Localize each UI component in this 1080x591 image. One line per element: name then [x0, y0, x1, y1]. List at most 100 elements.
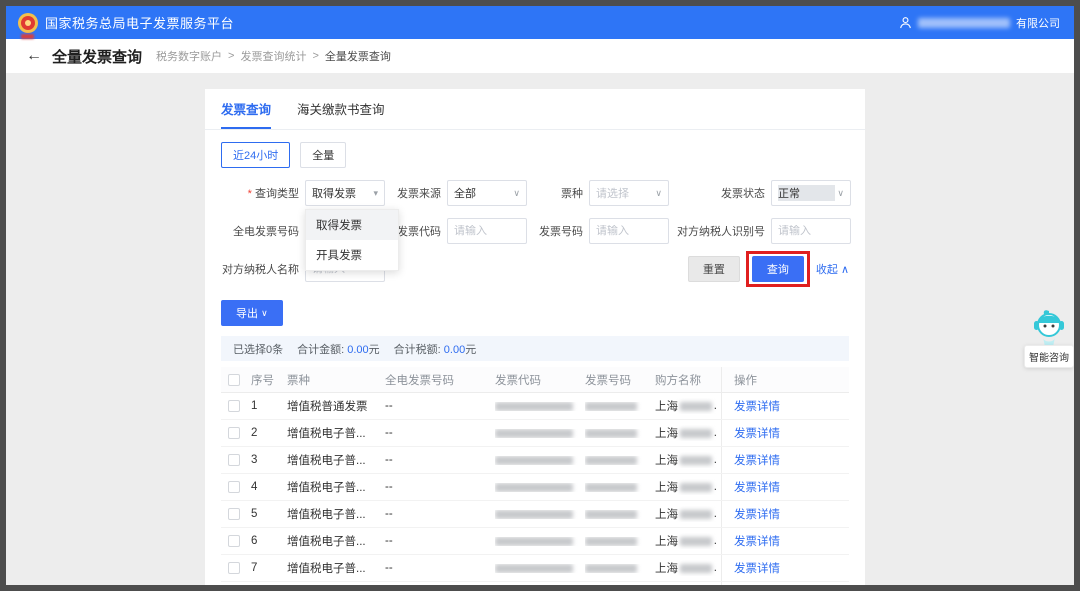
- counterparty-tax-id-input[interactable]: [771, 218, 851, 244]
- redacted-invoice-code: [495, 401, 573, 411]
- buyer-suffix: .: [713, 481, 717, 493]
- assistant-robot-icon: [1034, 310, 1064, 347]
- cell-invoice-code: [495, 482, 585, 492]
- invoice-detail-link[interactable]: 发票详情: [734, 506, 780, 522]
- cell-invoice-number: [585, 401, 655, 411]
- query-type-select[interactable]: 取得发票 ▾: [305, 180, 385, 206]
- cell-action: 发票详情: [721, 555, 847, 581]
- invoice-detail-link[interactable]: 发票详情: [734, 533, 780, 549]
- query-button[interactable]: 查询: [751, 256, 804, 282]
- screenshot-frame: 国家税务总局电子发票服务平台 有限公司 ← 全量 发票查询 税务数字账户 > 发票…: [0, 0, 1080, 591]
- cell-index: 2: [251, 427, 258, 439]
- field-label: 查询类型: [221, 185, 299, 201]
- field-invoice-status: 发票状态 正常 ∨: [675, 180, 851, 206]
- export-button[interactable]: 导出 ∨: [221, 300, 283, 326]
- col-action: 操作: [721, 367, 847, 392]
- chevron-down-icon: ∨: [655, 187, 662, 198]
- assistant-label: 智能咨询: [1024, 345, 1074, 368]
- redacted-buyer-name: [680, 428, 712, 438]
- redacted-company-name: [918, 17, 1010, 28]
- cell-action: 发票详情: [721, 420, 847, 446]
- table-row: 8 增值税电子普... -- 上海. 发票详情: [221, 582, 849, 585]
- redacted-buyer-name: [680, 536, 712, 546]
- breadcrumb: 税务数字账户 > 发票查询统计 > 全量发票查询: [156, 48, 391, 64]
- smart-assistant-widget[interactable]: 智能咨询: [1024, 309, 1074, 368]
- cell-invoice-code: [495, 536, 585, 546]
- cell-index: 1: [251, 400, 258, 412]
- redacted-invoice-number: [585, 455, 637, 465]
- buyer-prefix: 上海: [655, 482, 678, 494]
- cell-buyer-name: 上海.: [655, 506, 721, 522]
- ticket-type-select[interactable]: 请选择 ∨: [589, 180, 669, 206]
- table-row: 2 增值税电子普... -- 上海. 发票详情: [221, 420, 849, 447]
- query-type-dropdown: 取得发票 开具发票: [305, 209, 399, 271]
- export-row: 导出 ∨: [221, 300, 283, 326]
- row-checkbox[interactable]: [228, 454, 240, 466]
- dropdown-option-acquired[interactable]: 取得发票: [306, 210, 398, 240]
- cell-buyer-name: 上海.: [655, 425, 721, 441]
- breadcrumb-item[interactable]: 发票查询统计: [240, 48, 306, 64]
- redacted-buyer-name: [680, 482, 712, 492]
- brand: 国家税务总局电子发票服务平台: [18, 12, 234, 39]
- row-checkbox[interactable]: [228, 400, 240, 412]
- invoice-no-input[interactable]: [589, 218, 669, 244]
- buyer-suffix: .: [713, 454, 717, 466]
- cell-invoice-code: [495, 401, 585, 411]
- redacted-invoice-number: [585, 428, 637, 438]
- cell-index: 7: [251, 562, 258, 574]
- redacted-buyer-name: [680, 401, 712, 411]
- filter-all[interactable]: 全量: [300, 142, 347, 168]
- dropdown-option-issued[interactable]: 开具发票: [306, 240, 398, 270]
- redacted-invoice-number: [585, 482, 637, 492]
- user-icon: [900, 17, 911, 29]
- cell-invoice-number: [585, 509, 655, 519]
- row-checkbox[interactable]: [228, 535, 240, 547]
- buyer-suffix: .: [713, 508, 717, 520]
- breadcrumb-separator: >: [312, 50, 319, 62]
- cell-invoice-number: [585, 536, 655, 546]
- collapse-toggle[interactable]: 收起 ∧: [816, 261, 849, 277]
- user-account[interactable]: 有限公司: [899, 15, 1060, 31]
- back-arrow-icon[interactable]: ←: [26, 48, 42, 64]
- row-checkbox[interactable]: [228, 427, 240, 439]
- cell-index: 4: [251, 481, 258, 493]
- invoice-code-input[interactable]: [447, 218, 527, 244]
- breadcrumb-item[interactable]: 税务数字账户: [156, 48, 222, 64]
- row-checkbox[interactable]: [228, 562, 240, 574]
- redacted-invoice-number: [585, 401, 637, 411]
- query-panel: 发票查询 海关缴款书查询 近24小时 全量 查询类型 取得发票: [205, 89, 865, 585]
- buyer-suffix: .: [713, 427, 717, 439]
- buyer-suffix: .: [713, 400, 717, 412]
- invoice-detail-link[interactable]: 发票详情: [734, 398, 780, 414]
- cell-index: 5: [251, 508, 258, 520]
- invoice-detail-link[interactable]: 发票详情: [734, 479, 780, 495]
- reset-button[interactable]: 重置: [687, 256, 740, 282]
- time-filter-group: 近24小时 全量: [221, 142, 849, 168]
- content-area: 发票查询 海关缴款书查询 近24小时 全量 查询类型 取得发票: [6, 73, 1074, 585]
- col-buyer-name: 购方名称: [655, 374, 701, 387]
- cell-invoice-type: 增值税电子普...: [287, 482, 366, 494]
- buyer-suffix: .: [713, 535, 717, 547]
- tab-invoice-query[interactable]: 发票查询: [221, 99, 272, 129]
- invoice-source-select[interactable]: 全部 ∨: [447, 180, 527, 206]
- cell-elec-invoice-no: --: [385, 481, 393, 493]
- cell-invoice-number: [585, 482, 655, 492]
- select-all-checkbox[interactable]: [228, 373, 240, 386]
- row-checkbox[interactable]: [228, 481, 240, 493]
- cell-invoice-code: [495, 455, 585, 465]
- invoice-status-select[interactable]: 正常 ∨: [771, 180, 851, 206]
- cell-elec-invoice-no: --: [385, 535, 393, 547]
- invoice-detail-link[interactable]: 发票详情: [734, 560, 780, 576]
- field-label: 票种: [561, 188, 583, 200]
- tab-customs-payment-query[interactable]: 海关缴款书查询: [297, 99, 385, 129]
- redacted-buyer-name: [680, 455, 712, 465]
- invoice-detail-link[interactable]: 发票详情: [734, 425, 780, 441]
- redacted-invoice-code: [495, 455, 573, 465]
- cell-invoice-type: 增值税电子普...: [287, 428, 366, 440]
- cell-invoice-code: [495, 509, 585, 519]
- filter-last-24h[interactable]: 近24小时: [221, 142, 291, 168]
- selected-count: 已选择0条: [233, 343, 284, 356]
- tab-bar: 发票查询 海关缴款书查询: [205, 89, 865, 130]
- row-checkbox[interactable]: [228, 508, 240, 520]
- invoice-detail-link[interactable]: 发票详情: [734, 452, 780, 468]
